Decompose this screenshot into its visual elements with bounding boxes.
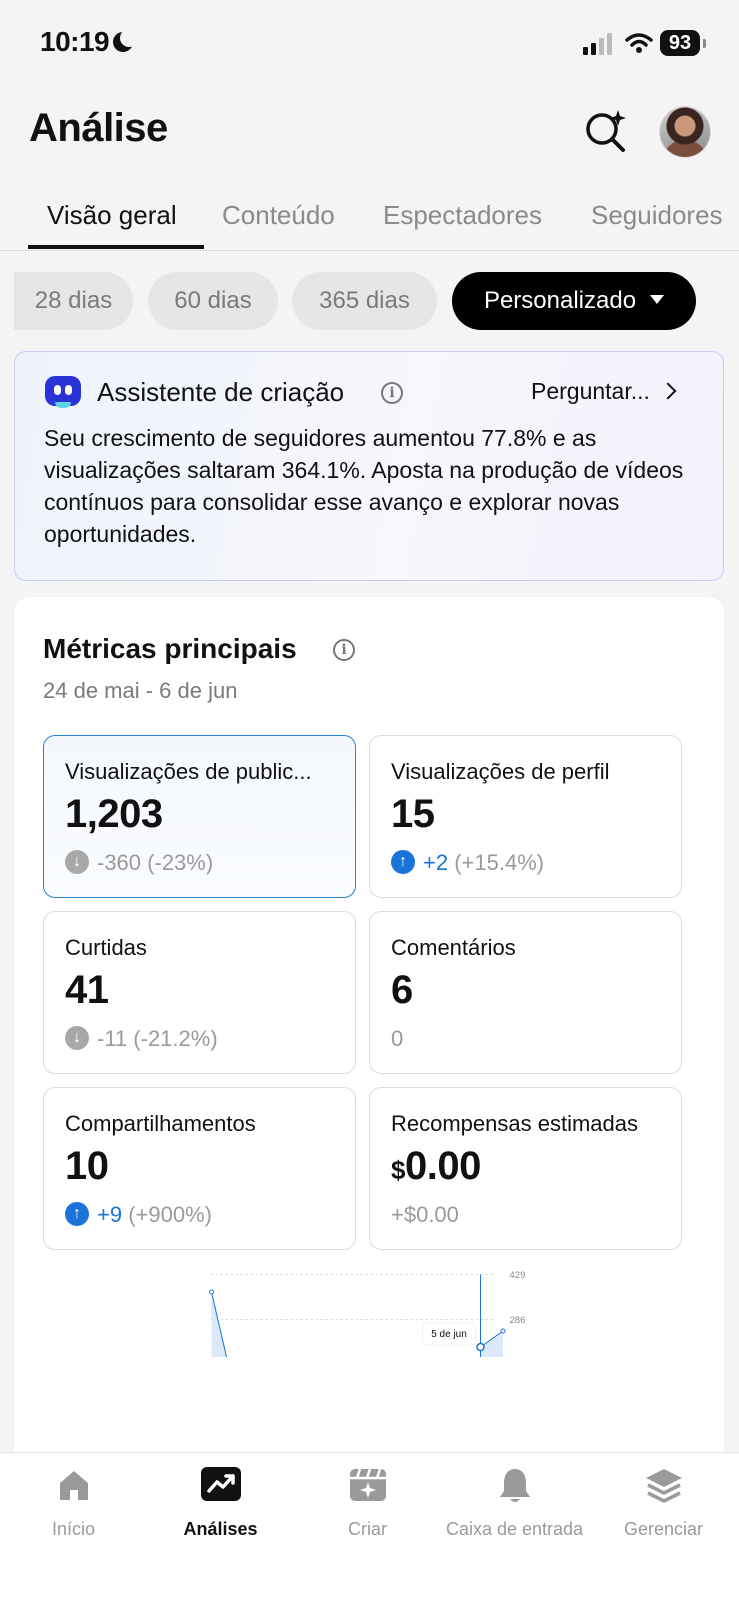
home-icon [59, 1471, 88, 1500]
metric-label: Curtidas [65, 935, 147, 960]
metric-tile-estimated-rewards[interactable]: Recompensas estimadas $0.00 +$0.00 [369, 1087, 682, 1250]
metric-value: 1,203 [65, 792, 163, 836]
create-icon [349, 1468, 386, 1501]
metric-tile-comments[interactable]: Comentários 6 0 [369, 911, 682, 1074]
layers-icon [645, 1469, 682, 1503]
arrow-down-icon: ↓ [65, 850, 89, 875]
wifi-icon [625, 33, 653, 53]
metrics-line-chart[interactable]: 429 286 5 de jun [14, 1257, 724, 1357]
metric-label: Visualizações de perfil [391, 759, 610, 784]
metric-tile-profile-views[interactable]: Visualizações de perfil 15 ↑ +2 (+15.4%) [369, 735, 682, 898]
metric-tile-shares[interactable]: Compartilhamentos 10 ↑ +9 (+900%) [43, 1087, 356, 1250]
nav-label: Caixa de entrada [445, 1519, 584, 1539]
bottom-navigation: Início Análises Criar Caixa de entrada G… [0, 1452, 739, 1601]
metric-tile-post-views[interactable]: Visualizações de public... 1,203 ↓ -360 (… [43, 735, 356, 898]
y-tick-429: 429 [510, 1270, 526, 1281]
nav-manage[interactable]: Gerenciar [588, 1453, 739, 1553]
ask-button[interactable]: Perguntar... [531, 378, 677, 405]
analytics-icon [200, 1467, 241, 1501]
battery-indicator: 93 [660, 30, 706, 56]
range-28-days[interactable]: 28 dias [14, 272, 133, 330]
signal-icon [583, 33, 615, 55]
tooltip-date: 5 de jun [431, 1329, 467, 1340]
tab-viewers[interactable]: Espectadores [383, 200, 542, 231]
nav-analytics[interactable]: Análises [147, 1453, 294, 1553]
key-metrics-card: Métricas principais i 24 de mai - 6 de j… [14, 597, 724, 1597]
ai-search-icon[interactable] [583, 108, 629, 154]
metrics-info-icon[interactable]: i [333, 639, 355, 661]
metric-label: Visualizações de public... [65, 759, 312, 784]
page-title: Análise [29, 106, 168, 150]
tab-overview[interactable]: Visão geral [47, 200, 177, 231]
creation-assistant-card[interactable]: Assistente de criação i Perguntar... Seu… [14, 351, 724, 581]
chevron-right-icon [659, 382, 677, 400]
nav-label: Criar [348, 1519, 387, 1539]
range-60-days[interactable]: 60 dias [148, 272, 278, 330]
arrow-up-icon: ↑ [391, 850, 415, 875]
metrics-title: Métricas principais [43, 633, 297, 664]
range-365-days[interactable]: 365 dias [292, 272, 437, 330]
selected-data-point [476, 1342, 485, 1352]
arrow-up-icon: ↑ [65, 1202, 89, 1227]
status-time: 10:19 [40, 26, 139, 58]
metric-value: $0.00 [391, 1144, 481, 1188]
nav-label: Início [51, 1519, 96, 1539]
tab-followers[interactable]: Seguidores [591, 200, 723, 231]
y-tick-286: 286 [510, 1315, 526, 1326]
metric-change: ↑ +2 (+15.4%) [391, 850, 544, 876]
dropdown-caret-icon [650, 295, 665, 305]
metric-label: Recompensas estimadas [391, 1111, 639, 1136]
nav-home[interactable]: Início [0, 1453, 147, 1553]
metric-value: 15 [391, 792, 435, 836]
avatar[interactable] [659, 106, 711, 158]
metric-change: ↓ -360 (-23%) [65, 850, 213, 876]
metric-value: 10 [65, 1144, 109, 1188]
nav-label: Gerenciar [623, 1519, 704, 1539]
metric-change: 0 [391, 1026, 404, 1051]
metric-value: 6 [391, 968, 413, 1012]
metric-change: +$0.00 [391, 1202, 459, 1227]
metrics-date-range: 24 de mai - 6 de jun [43, 678, 238, 703]
assistant-bot-icon [45, 376, 81, 408]
data-point [209, 1289, 214, 1295]
tab-content[interactable]: Conteúdo [222, 200, 335, 231]
active-tab-indicator [28, 245, 204, 249]
moon-icon [113, 29, 139, 52]
assistant-message: Seu crescimento de seguidores aumentou 7… [44, 425, 684, 547]
assistant-title: Assistente de criação [97, 377, 345, 407]
metric-value: 41 [65, 968, 109, 1012]
bell-icon [499, 1469, 530, 1502]
metric-change: ↓ -11 (-21.2%) [65, 1026, 218, 1052]
metric-label: Comentários [391, 935, 516, 960]
metric-label: Compartilhamentos [65, 1111, 256, 1136]
nav-inbox[interactable]: Caixa de entrada [441, 1453, 588, 1553]
nav-label: Análises [183, 1519, 258, 1539]
data-point [500, 1328, 506, 1334]
info-icon[interactable]: i [381, 382, 403, 404]
nav-create[interactable]: Criar [294, 1453, 441, 1553]
arrow-down-icon: ↓ [65, 1026, 89, 1051]
range-custom[interactable]: Personalizado [452, 272, 696, 330]
metric-tile-likes[interactable]: Curtidas 41 ↓ -11 (-21.2%) [43, 911, 356, 1074]
metric-change: ↑ +9 (+900%) [65, 1202, 212, 1228]
tab-bar: Visão geral Conteúdo Espectadores Seguid… [0, 186, 739, 251]
